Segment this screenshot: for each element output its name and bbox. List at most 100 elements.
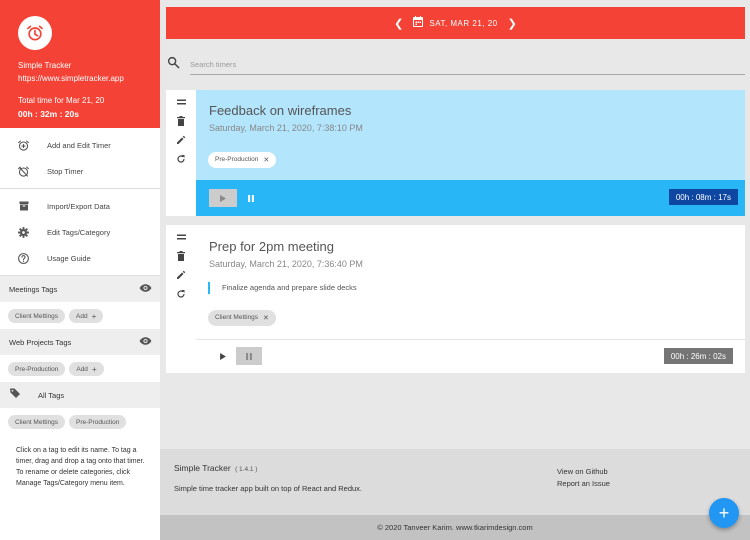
close-icon[interactable]: ✕ [263,156,269,164]
footer-app-name: Simple Tracker ( 1.4.1 ) [174,463,257,473]
search-icon [167,56,180,74]
sidebar-item-label: Stop Timer [47,166,84,176]
elapsed-time: 00h : 08m : 17s [668,189,738,205]
timer-title: Feedback on wireframes [209,103,352,118]
chevron-left-icon[interactable]: ❮ [394,17,403,30]
sidebar-menu-timers: Add and Edit Timer Stop Timer [0,128,160,189]
timer-description: Finalize agenda and prepare slide decks [208,282,357,294]
tag-chip[interactable]: Client Mettings [8,415,65,429]
current-date[interactable]: SAT, MAR 21, 20 [429,19,497,28]
category-header-meetings: Meetings Tags [0,276,160,302]
sidebar-item-usage-guide[interactable]: Usage Guide [0,245,160,271]
category-tags-web-projects: Pre-Production Add + [0,355,160,382]
sidebar-item-stop-timer[interactable]: Stop Timer [0,158,160,184]
pause-icon [248,194,254,202]
all-tags-list: Client Mettings Pre-Production [0,408,160,435]
close-icon[interactable]: ✕ [263,314,269,322]
alarm-off-icon [17,165,30,178]
delete-icon[interactable] [174,114,188,128]
add-tag-label: Add [76,312,88,320]
tag-chip-label: Pre-Production [215,156,259,163]
all-tags-title: All Tags [38,390,65,400]
tag-chip-label: Client Mettings [215,314,258,321]
timer-tags: Client Mettings ✕ [208,306,276,326]
edit-icon[interactable] [174,268,188,282]
sidebar-item-add-edit-timer[interactable]: Add and Edit Timer [0,132,160,158]
category-title: Web Projects Tags [9,337,72,347]
tag-icon [9,386,21,404]
sidebar-item-label: Usage Guide [47,253,91,263]
app-name: Simple Tracker [18,61,72,70]
alarm-add-icon [17,139,30,152]
add-tag-button[interactable]: Add + [69,362,104,376]
total-time-label: Total time for Mar 21, 20 [18,96,105,105]
drag-handle-icon[interactable] [174,95,188,109]
report-issue-link[interactable]: Report an Issue [557,479,610,488]
tags-help-text: Click on a tag to edit its name. To tag … [16,447,145,487]
eye-icon[interactable] [139,333,152,351]
tag-chip[interactable]: Pre-Production [69,415,127,429]
sidebar-item-import-export[interactable]: Import/Export Data [0,193,160,219]
sidebar: Simple Tracker https://www.simpletracker… [0,0,160,540]
sidebar-item-label: Import/Export Data [47,201,110,211]
calendar-icon[interactable] [413,14,424,32]
category-tags-meetings: Client Mettings Add + [0,302,160,329]
total-time-value: 00h : 32m : 20s [18,109,79,119]
footer-app-title: Simple Tracker [174,463,231,473]
add-timer-button[interactable]: + [709,498,739,528]
timer-tools [166,225,196,306]
delete-icon[interactable] [174,249,188,263]
tag-chip[interactable]: Pre-Production ✕ [208,151,277,168]
timer-tags: Pre-Production ✕ [208,148,277,168]
timer-start-time: Saturday, March 21, 2020, 7:38:10 PM [209,123,363,133]
alarm-clock-logo-icon [18,16,52,50]
timer-start-time: Saturday, March 21, 2020, 7:36:40 PM [209,259,363,269]
tag-chip[interactable]: Client Mettings [8,309,65,323]
elapsed-time: 00h : 26m : 02s [663,348,733,364]
timer-card: Prep for 2pm meeting Saturday, March 21,… [166,225,745,373]
search-input[interactable] [190,54,745,75]
gear-icon [17,226,30,239]
sidebar-item-label: Edit Tags/Category [47,227,111,237]
sidebar-item-edit-tags[interactable]: Edit Tags/Category [0,219,160,245]
search-bar [166,54,745,76]
plus-icon: + [91,311,97,321]
add-tag-label: Add [76,365,88,373]
drag-handle-icon[interactable] [174,230,188,244]
play-icon [220,194,226,202]
eye-icon[interactable] [139,280,152,298]
edit-icon[interactable] [174,133,188,147]
pause-icon [246,352,252,360]
plus-icon: + [91,364,97,374]
footer-description: Simple time tracker app built on top of … [174,484,363,493]
timer-tools [166,90,196,171]
play-button[interactable] [209,347,237,365]
tag-chip[interactable]: Pre-Production [8,362,66,376]
tag-chip[interactable]: Client Mettings ✕ [208,309,276,326]
timer-controls: 00h : 08m : 17s [196,180,745,216]
play-button[interactable] [209,189,237,207]
sidebar-menu-data: Import/Export Data Edit Tags/Category Us… [0,189,160,276]
chevron-right-icon[interactable]: ❯ [508,17,517,30]
timer-card-body: Feedback on wireframes Saturday, March 2… [196,90,745,180]
timer-card-body: Prep for 2pm meeting Saturday, March 21,… [196,225,745,339]
sidebar-header: Simple Tracker https://www.simpletracker… [0,0,160,128]
github-link[interactable]: View on Github [557,467,608,476]
timer-controls: 00h : 26m : 02s [196,339,745,375]
pause-button[interactable] [236,347,262,365]
timer-title: Prep for 2pm meeting [209,239,335,254]
play-icon [220,352,226,360]
archive-icon [17,200,30,213]
category-title: Meetings Tags [9,284,58,294]
pause-button[interactable] [238,189,264,207]
app-url: https://www.simpletracker.app [18,74,124,83]
timer-card: Feedback on wireframes Saturday, March 2… [166,90,745,216]
all-tags-header: All Tags [0,382,160,408]
reset-icon[interactable] [174,287,188,301]
help-icon [17,252,30,265]
category-header-web-projects: Web Projects Tags [0,329,160,355]
sidebar-item-label: Add and Edit Timer [47,140,111,150]
footer-version: ( 1.4.1 ) [235,466,258,473]
reset-icon[interactable] [174,152,188,166]
add-tag-button[interactable]: Add + [69,309,104,323]
